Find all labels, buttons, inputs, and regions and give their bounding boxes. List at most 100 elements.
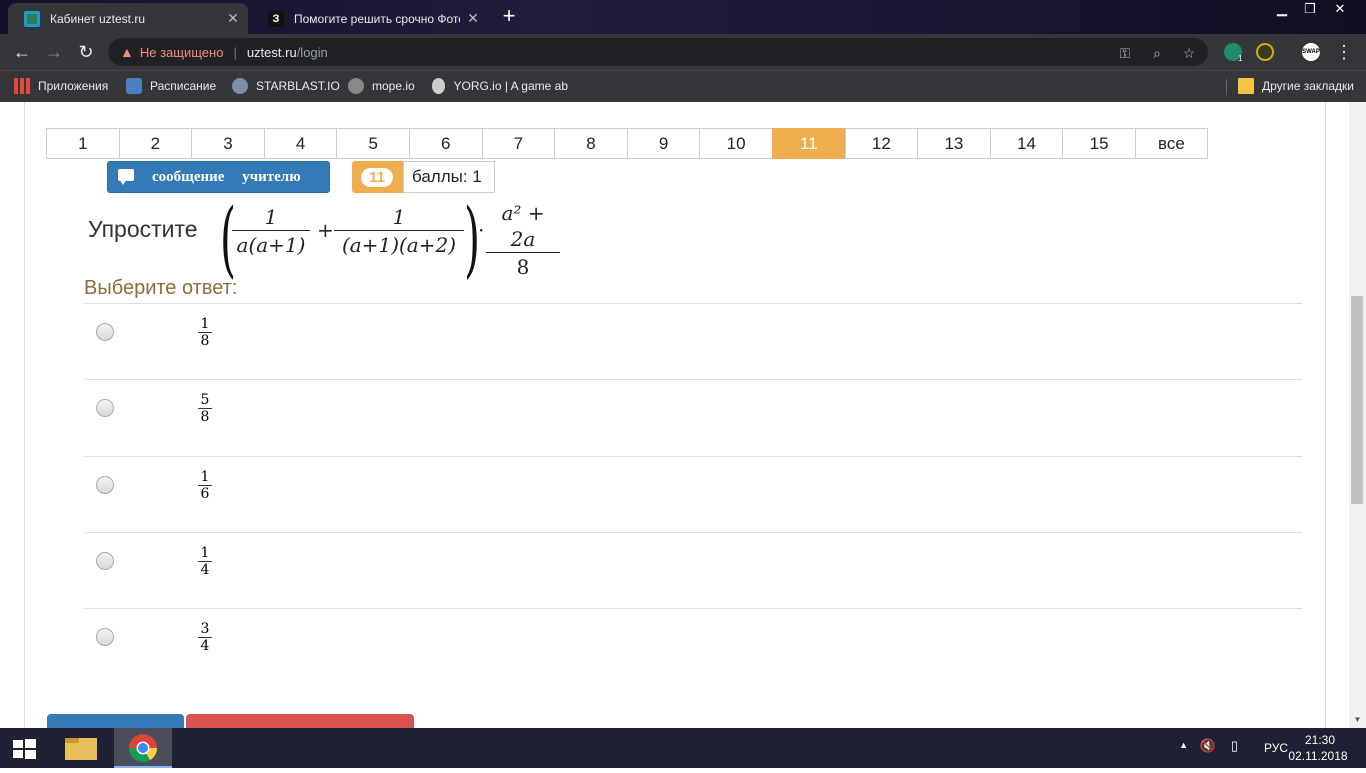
windows-logo-icon bbox=[13, 739, 36, 759]
choose-answer-label: Выберите ответ: bbox=[84, 277, 238, 299]
page-all[interactable]: все bbox=[1134, 128, 1208, 159]
answer-option[interactable]: 18 bbox=[84, 303, 1302, 380]
start-button[interactable] bbox=[0, 728, 48, 768]
page-5[interactable]: 5 bbox=[336, 128, 410, 159]
bookmark-label: Приложения bbox=[38, 79, 109, 93]
bookmark-starblast[interactable]: STARBLAST.IO bbox=[232, 71, 340, 101]
numerator: 3 bbox=[200, 621, 210, 638]
language-indicator[interactable]: РУС bbox=[1264, 741, 1288, 755]
radio-button[interactable] bbox=[96, 323, 114, 341]
restore-icon[interactable]: ❐ bbox=[1296, 0, 1324, 18]
page-6[interactable]: 6 bbox=[408, 128, 483, 159]
bookmark-label: Другие закладки bbox=[1262, 79, 1354, 93]
divider bbox=[24, 102, 25, 728]
swap-extension-icon[interactable]: SWAP bbox=[1302, 43, 1320, 61]
page-7[interactable]: 7 bbox=[481, 128, 556, 159]
page-8[interactable]: 8 bbox=[554, 128, 628, 159]
answer-option[interactable]: 16 bbox=[84, 455, 1302, 533]
page-4[interactable]: 4 bbox=[263, 128, 338, 159]
bookmark-divider bbox=[1226, 79, 1227, 95]
mope-icon bbox=[348, 78, 364, 94]
network-icon[interactable]: ▯ bbox=[1231, 738, 1238, 754]
answer-option[interactable]: 34 bbox=[84, 608, 1302, 685]
radio-button[interactable] bbox=[96, 551, 114, 570]
url-path: /login bbox=[296, 44, 328, 60]
taskbar-chrome[interactable] bbox=[114, 728, 172, 768]
scrollbar-thumb[interactable] bbox=[1351, 296, 1363, 504]
reload-icon[interactable]: ↻ bbox=[76, 42, 96, 62]
answer-option[interactable]: 58 bbox=[84, 379, 1302, 456]
page-12[interactable]: 12 bbox=[844, 128, 919, 159]
chat-icon bbox=[126, 78, 142, 94]
minimize-icon[interactable]: ▁ bbox=[1268, 0, 1296, 18]
volume-muted-icon[interactable]: 🔇 bbox=[1200, 738, 1216, 754]
show-hidden-icons[interactable]: ▲ bbox=[1179, 740, 1188, 750]
browser-tab-strip: Кабинет uztest.ru ✕ З Помогите решить ср… bbox=[0, 0, 1366, 34]
tab-uztest[interactable]: Кабинет uztest.ru ✕ bbox=[8, 3, 248, 34]
bookmark-schedule[interactable]: Расписание bbox=[126, 71, 216, 101]
bookmark-mope[interactable]: mope.io bbox=[348, 71, 415, 101]
numerator: 5 bbox=[200, 392, 210, 409]
page-3[interactable]: 3 bbox=[191, 128, 265, 159]
page-14[interactable]: 14 bbox=[989, 128, 1064, 159]
radio-button[interactable] bbox=[96, 399, 114, 418]
coin-extension-icon[interactable] bbox=[1256, 43, 1274, 61]
answer-fraction: 34 bbox=[198, 621, 212, 655]
bookmark-label: STARBLAST.IO bbox=[256, 79, 340, 93]
fraction-multiplier: a² + 2a 8 bbox=[486, 200, 560, 281]
message-teacher-button[interactable]: сообщение учителю bbox=[107, 161, 330, 193]
address-bar[interactable]: ▲ Не защищено | uztest.ru /login ⚿ ⌕ ☆ bbox=[108, 38, 1208, 66]
bookmark-apps[interactable]: Приложения bbox=[14, 71, 108, 101]
fraction-term1: 1 a(a+1) bbox=[232, 204, 310, 259]
page-10[interactable]: 10 bbox=[699, 128, 773, 159]
bookmark-star-icon[interactable]: ☆ bbox=[1180, 44, 1198, 62]
denominator: 6 bbox=[200, 485, 210, 502]
denominator: 8 bbox=[200, 333, 210, 349]
fraction-term2: 1 (a+1)(a+2) bbox=[334, 204, 464, 259]
radio-button[interactable] bbox=[96, 475, 114, 494]
bookmark-yorg[interactable]: YORG.io | A game ab bbox=[432, 71, 568, 101]
question-number-badge: 11 bbox=[352, 161, 403, 193]
new-tab-button[interactable]: + bbox=[498, 5, 520, 28]
question-formula: Упростите ( 1 a(a+1) + 1 (a+1)(a+2) ) · … bbox=[88, 192, 588, 287]
clock-date[interactable]: 02.11.2018 bbox=[1288, 749, 1348, 763]
answer-option[interactable]: 14 bbox=[84, 531, 1302, 609]
page-13[interactable]: 13 bbox=[917, 128, 991, 159]
denominator: 8 bbox=[200, 409, 210, 426]
divider bbox=[1325, 102, 1326, 728]
clock-time[interactable]: 21:30 bbox=[1292, 733, 1348, 747]
page-scrollbar[interactable]: ▼ bbox=[1349, 102, 1366, 728]
bookmark-label: mope.io bbox=[372, 79, 415, 93]
scroll-down-icon[interactable]: ▼ bbox=[1349, 711, 1366, 728]
apps-grid-icon bbox=[14, 78, 30, 94]
close-tab-icon[interactable]: ✕ bbox=[226, 10, 240, 27]
menu-icon[interactable]: ⋮ bbox=[1334, 42, 1354, 62]
page-9[interactable]: 9 bbox=[626, 128, 701, 159]
key-icon[interactable]: ⚿ bbox=[1116, 44, 1134, 62]
plus-sign: + bbox=[317, 218, 334, 242]
close-window-icon[interactable]: ✕ bbox=[1326, 0, 1354, 18]
browser-toolbar: ← → ↻ ▲ Не защищено | uztest.ru /login ⚿… bbox=[0, 34, 1366, 70]
bookmarks-bar: Приложения Расписание STARBLAST.IO mope.… bbox=[0, 70, 1366, 102]
back-icon[interactable]: ← bbox=[12, 42, 32, 62]
radio-button[interactable] bbox=[96, 628, 114, 647]
bookmark-other[interactable]: Другие закладки bbox=[1238, 71, 1354, 101]
page-2[interactable]: 2 bbox=[118, 128, 193, 159]
close-tab-icon[interactable]: ✕ bbox=[466, 10, 480, 27]
taskbar-explorer[interactable] bbox=[52, 728, 110, 768]
page-content: 1 2 3 4 5 6 7 8 9 10 11 12 13 14 15 все сообщение учите… bbox=[0, 102, 1366, 734]
forward-icon[interactable]: → bbox=[44, 42, 64, 62]
answer-fraction: 18 bbox=[198, 316, 212, 350]
zoom-icon[interactable]: ⌕ bbox=[1148, 44, 1166, 62]
yorg-icon bbox=[432, 78, 446, 94]
windows-taskbar: ▲ 🔇 ▯ РУС 21:30 02.11.2018 bbox=[0, 728, 1366, 768]
page-11[interactable]: 11 bbox=[771, 128, 846, 159]
tab-znanija[interactable]: З Помогите решить срочно Фото ✕ bbox=[252, 3, 488, 34]
denominator: 4 bbox=[200, 638, 210, 655]
extension-badge: 1 bbox=[1238, 54, 1243, 63]
page-15[interactable]: 15 bbox=[1062, 128, 1136, 159]
znanija-favicon-icon: З bbox=[268, 10, 284, 27]
score-label: баллы: 1 bbox=[403, 161, 495, 193]
page-1[interactable]: 1 bbox=[46, 128, 120, 159]
multiply-dot: · bbox=[478, 218, 485, 242]
